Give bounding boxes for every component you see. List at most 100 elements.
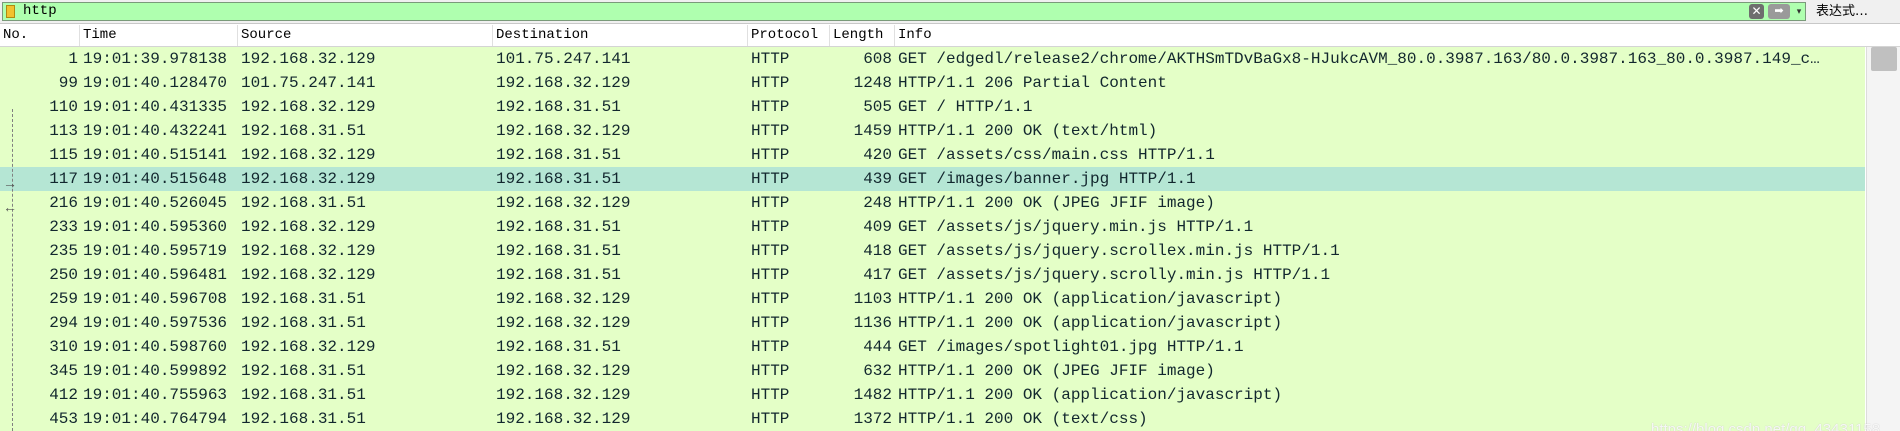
packet-destination: 192.168.31.51 <box>496 218 621 236</box>
scrollbar-thumb[interactable] <box>1871 47 1897 71</box>
packet-time: 19:01:40.128470 <box>83 74 228 92</box>
packet-time: 19:01:40.596708 <box>83 290 228 308</box>
packet-protocol: HTTP <box>751 74 790 92</box>
column-header-destination[interactable]: Destination <box>493 25 748 46</box>
packet-protocol: HTTP <box>751 218 790 236</box>
column-header-time[interactable]: Time <box>80 25 238 46</box>
packet-row[interactable]: 115 19:01:40.515141 192.168.32.129 192.168.… <box>0 143 1865 167</box>
packet-source: 192.168.32.129 <box>241 146 376 164</box>
packet-row[interactable]: 412 19:01:40.755963 192.168.31.51 192.168.3… <box>0 383 1865 407</box>
packet-row[interactable]: 110 19:01:40.431335 192.168.32.129 192.168.… <box>0 95 1865 119</box>
conversation-line <box>12 109 13 431</box>
packet-row[interactable]: 250 19:01:40.596481 192.168.32.129 192.168.… <box>0 263 1865 287</box>
display-filter-input[interactable] <box>23 3 1743 20</box>
packet-row[interactable]: 453 19:01:40.764794 192.168.31.51 192.168.3… <box>0 407 1865 431</box>
packet-info: HTTP/1.1 200 OK (text/html) <box>898 122 1158 140</box>
packet-row[interactable]: 99 19:01:40.128470 101.75.247.141 192.168.3… <box>0 71 1865 95</box>
packet-destination: 192.168.32.129 <box>496 386 631 404</box>
packet-time: 19:01:40.755963 <box>83 386 228 404</box>
packet-row[interactable]: 233 19:01:40.595360 192.168.32.129 192.168.… <box>0 215 1865 239</box>
column-header-protocol[interactable]: Protocol <box>748 25 830 46</box>
packet-protocol: HTTP <box>751 386 790 404</box>
packet-row[interactable]: 117 19:01:40.515648 192.168.32.129 192.168.… <box>0 167 1865 191</box>
packet-row[interactable]: 294 19:01:40.597536 192.168.31.51 192.168.3… <box>0 311 1865 335</box>
packet-time: 19:01:40.598760 <box>83 338 228 356</box>
packet-length: 1136 <box>853 314 892 332</box>
bookmark-icon[interactable] <box>6 5 15 18</box>
packet-destination: 192.168.31.51 <box>496 242 621 260</box>
packet-destination: 192.168.32.129 <box>496 74 631 92</box>
vertical-scrollbar[interactable] <box>1866 47 1900 431</box>
packet-protocol: HTTP <box>751 146 790 164</box>
packet-destination: 192.168.32.129 <box>496 362 631 380</box>
packet-info: HTTP/1.1 200 OK (application/javascript) <box>898 290 1283 308</box>
packet-info: GET / HTTP/1.1 <box>898 98 1033 116</box>
packet-time: 19:01:40.431335 <box>83 98 228 116</box>
column-header-length[interactable]: Length <box>830 25 895 46</box>
packet-time: 19:01:39.978138 <box>83 50 228 68</box>
packet-time: 19:01:40.526045 <box>83 194 228 212</box>
packet-list: No. Time Source Destination Protocol Len… <box>0 25 1900 431</box>
packet-length: 444 <box>863 338 892 356</box>
column-header-info[interactable]: Info <box>895 25 1900 46</box>
display-filter-field: ✕ ➡ ▾ <box>2 2 1806 21</box>
packet-length: 632 <box>863 362 892 380</box>
packet-info: GET /assets/js/jquery.min.js HTTP/1.1 <box>898 218 1254 236</box>
packet-protocol: HTTP <box>751 314 790 332</box>
packet-source: 192.168.31.51 <box>241 314 366 332</box>
packet-length: 608 <box>863 50 892 68</box>
packet-protocol: HTTP <box>751 338 790 356</box>
packet-row[interactable]: 310 19:01:40.598760 192.168.32.129 192.168.… <box>0 335 1865 359</box>
packet-source: 192.168.32.129 <box>241 170 376 188</box>
packet-info: GET /images/spotlight01.jpg HTTP/1.1 <box>898 338 1244 356</box>
packet-source: 192.168.31.51 <box>241 410 366 428</box>
packet-row[interactable]: 1 19:01:39.978138 192.168.32.129 101.75.247… <box>0 47 1865 71</box>
packet-source: 192.168.31.51 <box>241 290 366 308</box>
packet-protocol: HTTP <box>751 362 790 380</box>
packet-protocol: HTTP <box>751 98 790 116</box>
packet-info: GET /assets/js/jquery.scrollex.min.js HT… <box>898 242 1340 260</box>
packet-row[interactable]: 216 19:01:40.526045 192.168.31.51 192.168.3… <box>0 191 1865 215</box>
packet-length: 1459 <box>853 122 892 140</box>
packet-destination: 101.75.247.141 <box>496 50 631 68</box>
column-header-no[interactable]: No. <box>0 25 80 46</box>
watermark-text: https://blog.csdn.net/qq_43431158 <box>1651 421 1881 431</box>
packet-length: 1103 <box>853 290 892 308</box>
packet-row[interactable]: 113 19:01:40.432241 192.168.31.51 192.168.3… <box>0 119 1865 143</box>
expression-button[interactable]: 表达式… <box>1816 3 1868 21</box>
related-packet-indicators: → ← <box>0 47 26 431</box>
packet-source: 192.168.32.129 <box>241 98 376 116</box>
packet-destination: 192.168.31.51 <box>496 338 621 356</box>
packet-list-header: No. Time Source Destination Protocol Len… <box>0 25 1900 47</box>
clear-filter-icon[interactable]: ✕ <box>1749 4 1764 19</box>
packet-length: 418 <box>863 242 892 260</box>
packet-row[interactable]: 345 19:01:40.599892 192.168.31.51 192.168.3… <box>0 359 1865 383</box>
packet-protocol: HTTP <box>751 242 790 260</box>
response-arrow-icon: ← <box>3 199 17 215</box>
packet-info: HTTP/1.1 206 Partial Content <box>898 74 1167 92</box>
column-header-source[interactable]: Source <box>238 25 493 46</box>
packet-protocol: HTTP <box>751 266 790 284</box>
packet-protocol: HTTP <box>751 170 790 188</box>
packet-destination: 192.168.32.129 <box>496 410 631 428</box>
packet-info: GET /assets/css/main.css HTTP/1.1 <box>898 146 1215 164</box>
packet-source: 192.168.31.51 <box>241 386 366 404</box>
packet-destination: 192.168.31.51 <box>496 146 621 164</box>
request-arrow-icon: → <box>3 175 17 191</box>
packet-destination: 192.168.31.51 <box>496 266 621 284</box>
packet-time: 19:01:40.595360 <box>83 218 228 236</box>
packet-info: GET /assets/js/jquery.scrolly.min.js HTT… <box>898 266 1331 284</box>
packet-info: GET /images/banner.jpg HTTP/1.1 <box>898 170 1196 188</box>
packet-length: 248 <box>863 194 892 212</box>
chevron-down-icon[interactable]: ▾ <box>1793 4 1805 19</box>
packet-protocol: HTTP <box>751 122 790 140</box>
packet-row[interactable]: 259 19:01:40.596708 192.168.31.51 192.168.3… <box>0 287 1865 311</box>
packet-row[interactable]: 235 19:01:40.595719 192.168.32.129 192.168.… <box>0 239 1865 263</box>
packet-destination: 192.168.32.129 <box>496 314 631 332</box>
apply-filter-icon[interactable]: ➡ <box>1768 4 1790 19</box>
packet-protocol: HTTP <box>751 50 790 68</box>
packet-length: 417 <box>863 266 892 284</box>
packet-source: 192.168.32.129 <box>241 266 376 284</box>
packet-destination: 192.168.32.129 <box>496 194 631 212</box>
packet-length: 439 <box>863 170 892 188</box>
